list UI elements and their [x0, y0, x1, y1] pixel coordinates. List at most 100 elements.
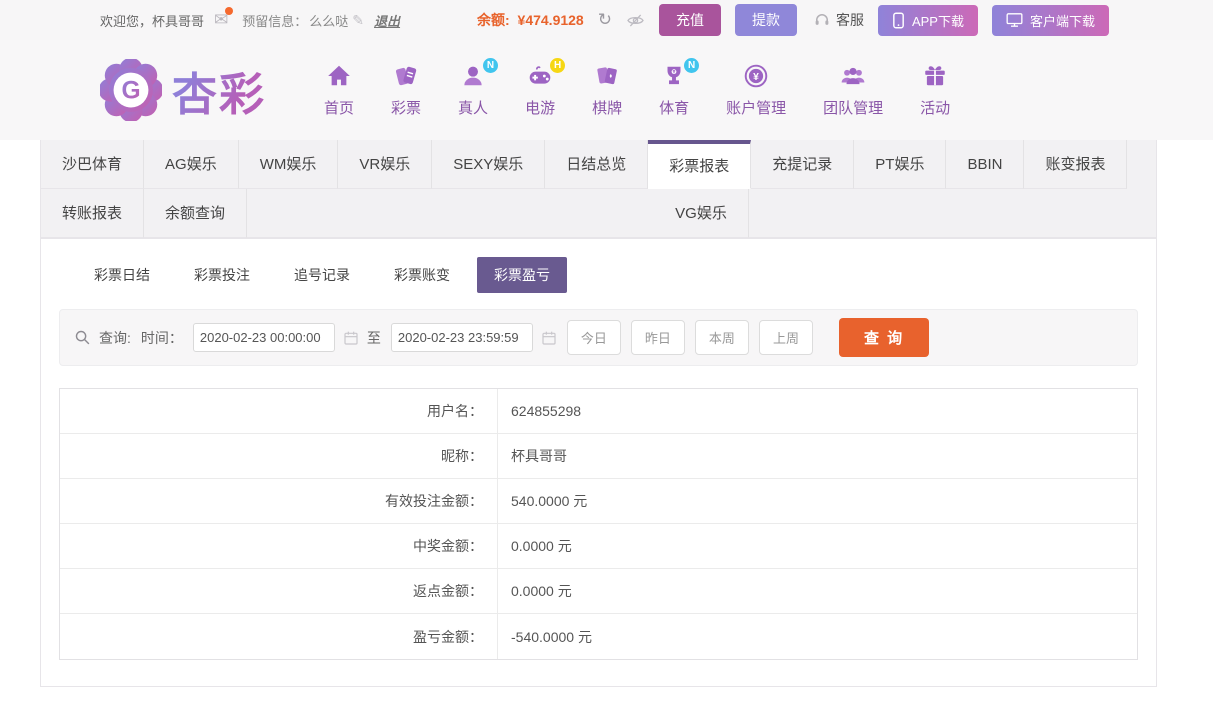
subtab-lottery-profit-active[interactable]: 彩票盈亏: [477, 257, 567, 293]
refresh-icon[interactable]: ↻: [598, 10, 612, 30]
cards-icon: [597, 66, 617, 84]
nav-item-team-manage[interactable]: 团队管理: [823, 63, 883, 118]
monitor-icon: [1006, 13, 1023, 27]
nav-item-activity[interactable]: 活动: [920, 63, 950, 118]
nav-item-sports[interactable]: N 体育: [659, 57, 700, 118]
new-badge: N: [483, 57, 499, 73]
lottery-ticket-icon: [396, 66, 417, 85]
tab-item[interactable]: SEXY娱乐: [432, 140, 546, 189]
search-button[interactable]: 查 询: [838, 318, 930, 357]
nav-item-home[interactable]: 首页: [324, 63, 354, 118]
eye-hidden-icon[interactable]: [626, 11, 645, 30]
logo-text: 杏彩: [172, 58, 266, 123]
tab-item[interactable]: 账变报表: [1024, 140, 1128, 189]
yuan-coin-icon: ¥: [744, 64, 768, 87]
row-value: 0.0000 元: [497, 569, 1137, 613]
new-badge: N: [684, 57, 700, 73]
tab-item[interactable]: 日结总览: [545, 140, 649, 189]
subtab-item[interactable]: 彩票投注: [177, 257, 267, 293]
table-row: 有效投注金额： 540.0000 元: [60, 479, 1137, 524]
notification-dot-icon: [225, 7, 234, 15]
subtab-item[interactable]: 彩票账变: [377, 257, 467, 293]
headset-icon: [815, 14, 829, 25]
content-card: 沙巴体育 AG娱乐 WM娱乐 VR娱乐 SEXY娱乐 日结总览 彩票报表 充提记…: [40, 140, 1157, 687]
top-band: 欢迎您，杯具哥哥 ✉ 预留信息： 么么哒 ✎ 退出 余额: ¥474.9128 …: [0, 0, 1213, 140]
row-label: 有效投注金额：: [385, 493, 483, 509]
tab-item[interactable]: 余额查询: [144, 189, 248, 238]
home-icon: [328, 65, 350, 85]
logout-link[interactable]: 退出: [374, 11, 400, 30]
row-label: 用户名：: [427, 403, 483, 419]
tab-lottery-report-active[interactable]: 彩票报表: [648, 140, 752, 189]
tab-item[interactable]: VG娱乐: [654, 189, 749, 238]
app-download-button[interactable]: APP下载: [877, 4, 978, 36]
message-icon[interactable]: ✉: [214, 7, 234, 30]
calendar-icon[interactable]: [541, 330, 557, 346]
nav-item-live[interactable]: N 真人: [458, 57, 499, 118]
row-value: 624855298: [497, 389, 1137, 433]
start-time-input[interactable]: [192, 323, 335, 352]
to-label: 至: [366, 329, 381, 346]
welcome-text: 欢迎您，杯具哥哥: [100, 13, 205, 29]
quick-button-yesterday[interactable]: 昨日: [630, 320, 685, 355]
table-row: 昵称： 杯具哥哥: [60, 434, 1137, 479]
hot-badge: H: [550, 57, 566, 73]
edit-icon[interactable]: ✎: [352, 12, 364, 29]
customer-service-label: 客服: [835, 12, 864, 28]
balance-label: 余额:: [476, 12, 510, 28]
balance-value: ¥474.9128: [517, 12, 584, 28]
quick-button-this-week[interactable]: 本周: [694, 320, 749, 355]
nav-item-lottery[interactable]: 彩票: [391, 63, 421, 118]
table-row: 中奖金额： 0.0000 元: [60, 524, 1137, 569]
tab-item[interactable]: BBIN: [946, 140, 1025, 189]
svg-text:G: G: [121, 77, 140, 104]
time-label: 时间：: [140, 329, 183, 346]
header: G 杏彩 首页 彩票 N 真人 H 电游 棋牌 N 体育 ¥ 账户管理 团队管理…: [0, 40, 1213, 140]
tab-item[interactable]: 沙巴体育: [41, 140, 145, 189]
row-label: 盈亏金额：: [413, 628, 483, 645]
nav-item-account-manage[interactable]: ¥ 账户管理: [726, 63, 786, 118]
end-time-input[interactable]: [390, 323, 533, 352]
row-label: 昵称：: [441, 448, 483, 464]
calendar-icon[interactable]: [343, 330, 359, 346]
row-value: 杯具哥哥: [497, 434, 1137, 478]
gift-icon: [925, 65, 945, 85]
query-bar: 查询: 时间： 至 今日 昨日 本周 上周 查 询: [59, 309, 1138, 366]
nav-item-chess[interactable]: 棋牌: [592, 63, 622, 118]
tab-item[interactable]: 转账报表: [41, 189, 145, 238]
svg-text:¥: ¥: [753, 71, 759, 82]
topbar: 欢迎您，杯具哥哥 ✉ 预留信息： 么么哒 ✎ 退出 余额: ¥474.9128 …: [0, 0, 1213, 40]
tab-item[interactable]: 充提记录: [751, 140, 855, 189]
team-group-icon: [841, 67, 865, 84]
tab-item[interactable]: PT娱乐: [854, 140, 947, 189]
customer-service-button[interactable]: 客服: [813, 10, 864, 30]
reserved-info-value: 么么哒: [309, 13, 349, 29]
balance: 余额: ¥474.9128: [477, 10, 584, 30]
lottery-subtabs: 彩票日结 彩票投注 追号记录 彩票账变 彩票盈亏: [41, 239, 1156, 301]
row-value: 540.0000 元: [497, 479, 1137, 523]
reserved-info-label: 预留信息：: [242, 13, 308, 29]
row-value: 0.0000 元: [497, 524, 1137, 568]
subtab-item[interactable]: 彩票日结: [77, 257, 167, 293]
quick-button-today[interactable]: 今日: [566, 320, 621, 355]
row-label: 返点金额：: [413, 583, 483, 599]
recharge-button[interactable]: 充值: [658, 4, 721, 36]
tab-item[interactable]: VR娱乐: [338, 140, 433, 189]
search-icon: [75, 330, 90, 345]
client-download-button[interactable]: 客户端下载: [991, 4, 1109, 36]
table-row: 用户名： 624855298: [60, 389, 1137, 434]
tab-filler: [247, 189, 655, 238]
subtab-item[interactable]: 追号记录: [277, 257, 367, 293]
tab-item[interactable]: WM娱乐: [238, 140, 339, 189]
tab-item[interactable]: AG娱乐: [144, 140, 239, 189]
report-tabs: 沙巴体育 AG娱乐 WM娱乐 VR娱乐 SEXY娱乐 日结总览 彩票报表 充提记…: [41, 140, 1156, 239]
logo[interactable]: G 杏彩: [100, 58, 266, 123]
withdraw-button[interactable]: 提款: [734, 4, 797, 36]
quick-button-last-week[interactable]: 上周: [758, 320, 813, 355]
nav-item-egame[interactable]: H 电游: [525, 57, 566, 118]
phone-icon: [893, 12, 904, 28]
table-row: 返点金额： 0.0000 元: [60, 569, 1137, 614]
tab-filler: [748, 189, 1156, 238]
row-label: 中奖金额：: [413, 538, 483, 554]
table-row: 盈亏金额： -540.0000 元: [60, 614, 1137, 659]
